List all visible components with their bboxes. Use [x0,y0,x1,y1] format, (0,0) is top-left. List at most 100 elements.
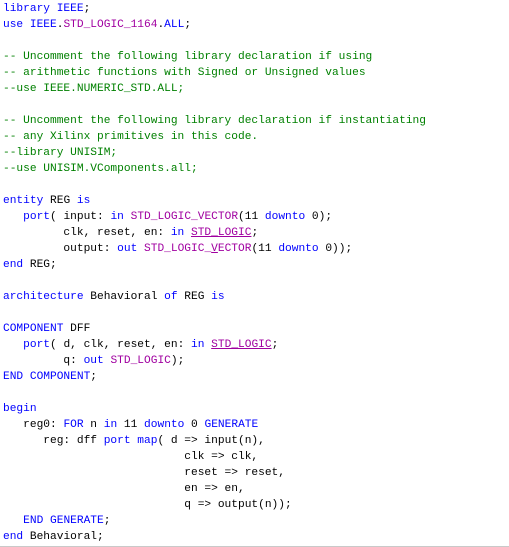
code-line: -- Uncomment the following library decla… [3,113,426,129]
keyword-token: GENERATE [204,419,259,431]
keyword-token: of [164,291,178,303]
code-token: DFF [63,323,91,335]
code-line: end Behavioral; [3,529,426,545]
code-line: port( d, clk, reset, en: in STD_LOGIC; [3,337,426,353]
code-token: 0)); [318,243,353,255]
type-token: STD_LOGIC_1164 [63,19,158,31]
code-token: REG; [23,259,57,271]
keyword-token: begin [3,403,37,415]
code-token: ( input: [50,211,111,223]
comment-token: -- Uncomment the following library decla… [3,115,426,127]
code-token: ( d => input(n), [157,435,265,447]
keyword-token: use [3,19,24,31]
code-token: en => en, [3,483,245,495]
code-line: reg: dff port map( d => input(n), [3,433,426,449]
code-token: reg: dff [3,435,104,447]
code-token: (11 [238,211,265,223]
keyword-token: in [191,339,205,351]
code-line: library IEEE; [3,1,426,17]
comment-token: --library UNISIM; [3,147,118,159]
keyword-token: in [170,227,185,239]
type-token: STD_LOGIC_ [144,243,212,255]
code-token: 0); [305,211,333,223]
code-line: -- any Xilinx primitives in this code. [3,129,426,145]
keyword-token: in [110,211,124,223]
code-line: END COMPONENT; [3,369,426,385]
code-token: REG [43,195,77,207]
code-line: -- Uncomment the following library decla… [3,49,426,65]
code-line: END GENERATE; [3,513,426,529]
code-token: clk, reset, en: [3,227,171,239]
code-token: ); [170,355,185,367]
code-token: ; [83,3,91,15]
keyword-token: FOR [63,419,84,431]
code-line: reset => reset, [3,465,426,481]
code-line: COMPONENT DFF [3,321,426,337]
keyword-token: entity [3,195,44,207]
type-token: STD_LOGIC [191,227,252,239]
comment-token: -- Uncomment the following library decla… [3,51,373,63]
type-token: ECTOR [217,243,252,255]
code-token: q: [3,355,84,367]
keyword-token: port map [103,435,158,447]
code-token: ( d, clk, reset, en: [50,339,192,351]
code-token: ; [90,371,97,383]
keyword-token: END GENERATE [23,515,104,527]
type-token: V [211,243,218,255]
code-line: q: out STD_LOGIC); [3,353,426,369]
keyword-token: downto [278,243,319,255]
keyword-token: is [211,291,225,303]
keyword-token: port [23,339,51,351]
code-token: q => output(n)); [3,499,292,511]
code-line: output: out STD_LOGIC_VECTOR(11 downto 0… [3,241,426,257]
code-token: reset => reset, [3,467,285,479]
code-line: --library UNISIM; [3,145,426,161]
keyword-token: END COMPONENT [3,371,91,383]
keyword-token: end [3,531,24,543]
keyword-token: downto [144,419,185,431]
code-line: port( input: in STD_LOGIC_VECTOR(11 down… [3,209,426,225]
keyword-token: ALL [164,19,185,31]
code-line: --use UNISIM.VComponents.all; [3,161,426,177]
code-line: begin [3,401,426,417]
code-token: (11 [251,243,279,255]
keyword-token: library [3,3,50,15]
code-text-area[interactable]: library IEEE; use IEEE.STD_LOGIC_1164.ALL… [3,1,426,545]
code-token: ; [251,227,259,239]
type-token: STD_LOGIC [211,339,272,351]
keyword-token: IEEE [56,3,84,15]
comment-token: --use IEEE.NUMERIC_STD.ALL; [3,83,185,95]
code-token: n [83,419,104,431]
code-token: output: [3,243,118,255]
code-line: clk, reset, en: in STD_LOGIC; [3,225,426,241]
code-line: clk => clk, [3,449,426,465]
keyword-token: IEEE [29,19,57,31]
code-token: Behavioral; [23,531,104,543]
keyword-token: COMPONENT [3,323,64,335]
keyword-token: end [3,259,24,271]
code-line: --use IEEE.NUMERIC_STD.ALL; [3,81,426,97]
code-line: architecture Behavioral of REG is [3,289,426,305]
keyword-token: is [76,195,91,207]
comment-token: -- any Xilinx primitives in this code. [3,131,259,143]
type-token: STD_LOGIC_VECTOR [130,211,239,223]
code-line: entity REG is [3,193,426,209]
code-line: end REG; [3,257,426,273]
code-line: reg0: FOR n in 11 downto 0 GENERATE [3,417,426,433]
code-line: en => en, [3,481,426,497]
code-editor[interactable]: library IEEE; use IEEE.STD_LOGIC_1164.ALL… [0,0,509,547]
keyword-token: port [23,211,51,223]
type-token: STD_LOGIC [110,355,171,367]
keyword-token: architecture [3,291,84,303]
code-token: clk => clk, [3,451,259,463]
